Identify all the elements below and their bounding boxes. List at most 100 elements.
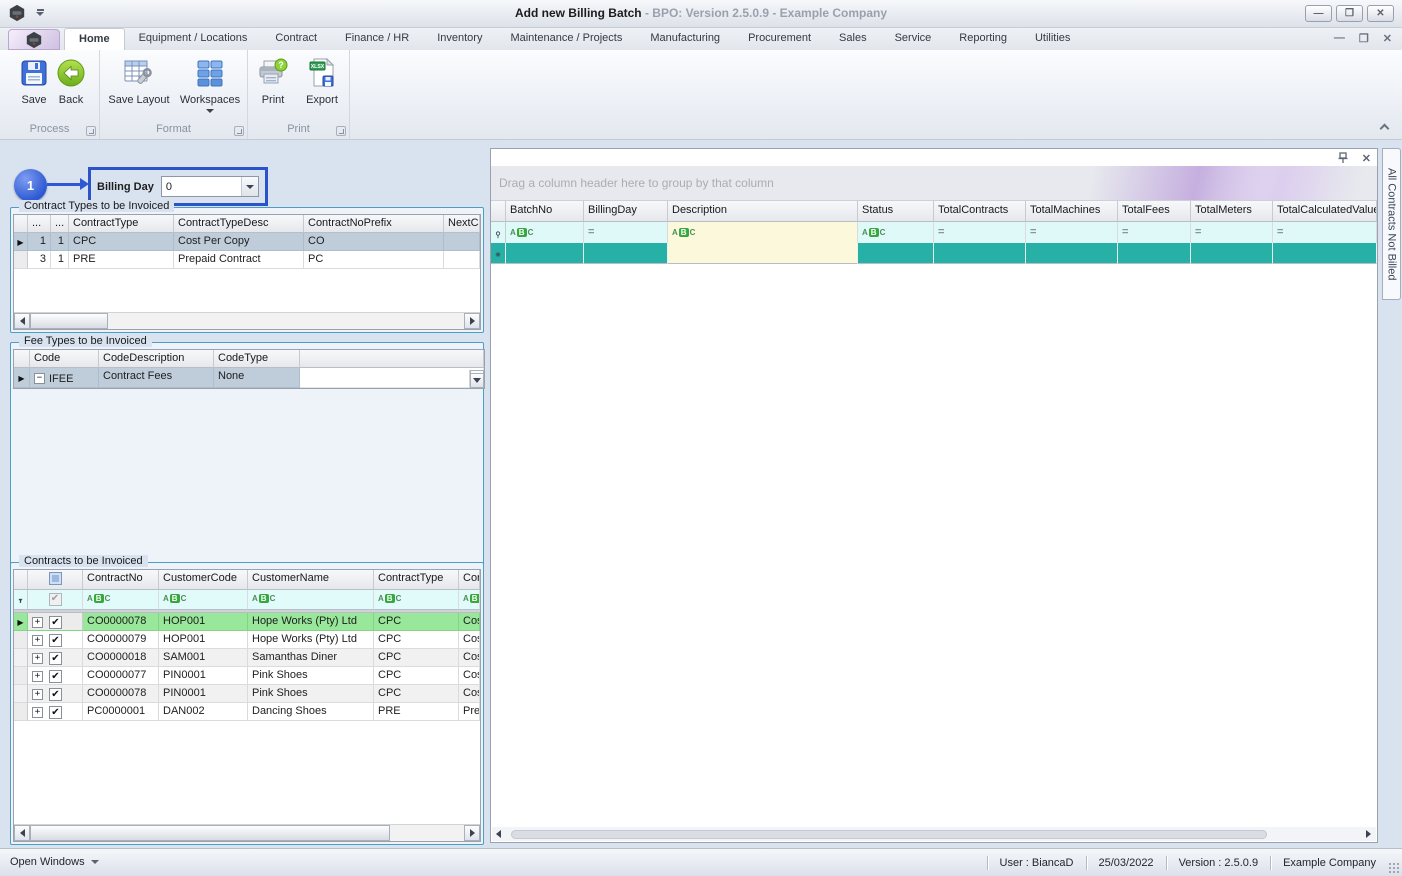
col-totalmachines[interactable]: TotalMachines bbox=[1026, 201, 1118, 222]
minimize-button[interactable]: — bbox=[1305, 5, 1332, 22]
row-checkbox[interactable]: ✔ bbox=[49, 706, 62, 719]
col-totalcalculatedvalue[interactable]: TotalCalculatedValue bbox=[1273, 201, 1377, 222]
expand-row-button[interactable]: + bbox=[32, 707, 43, 718]
col-contracttypedesc[interactable]: ContractTypeDesc bbox=[174, 215, 304, 233]
col-customercode[interactable]: CustomerCode bbox=[159, 570, 248, 590]
fee-master-row[interactable]: ▶ −IFEE Contract Fees None bbox=[14, 368, 484, 388]
scroll-right-arrow[interactable] bbox=[1366, 830, 1371, 838]
tab-sales[interactable]: Sales bbox=[825, 28, 881, 50]
tab-manufacturing[interactable]: Manufacturing bbox=[636, 28, 734, 50]
col-nextcontra[interactable]: NextContra bbox=[444, 215, 480, 233]
scroll-left-arrow[interactable] bbox=[14, 825, 30, 841]
tab-equipment-locations[interactable]: Equipment / Locations bbox=[125, 28, 262, 50]
row-checkbox[interactable]: ✔ bbox=[49, 670, 62, 683]
col-codetype[interactable]: CodeType bbox=[214, 350, 300, 368]
col-billingday[interactable]: BillingDay bbox=[584, 201, 668, 222]
format-dialog-launcher[interactable] bbox=[234, 126, 244, 136]
print-dialog-launcher[interactable] bbox=[336, 126, 346, 136]
open-windows-button[interactable]: Open Windows bbox=[10, 856, 99, 868]
tab-utilities[interactable]: Utilities bbox=[1021, 28, 1084, 50]
mdi-close-button[interactable]: ✕ bbox=[1383, 32, 1392, 45]
col-contractno[interactable]: ContractNo bbox=[83, 570, 159, 590]
fee-grid-vscrollbar[interactable] bbox=[469, 370, 484, 388]
scroll-left-arrow[interactable] bbox=[14, 313, 30, 329]
pin-icon[interactable] bbox=[1338, 152, 1348, 167]
collapse-row-button[interactable]: − bbox=[34, 373, 45, 384]
contract-row[interactable]: +✔ CO0000077 PIN0001 Pink Shoes CPC Cost bbox=[14, 667, 480, 685]
tab-reporting[interactable]: Reporting bbox=[945, 28, 1021, 50]
batches-filter-row[interactable]: ABC = ABC ABC = = = = = bbox=[491, 222, 1377, 243]
row-checkbox[interactable]: ✔ bbox=[49, 688, 62, 701]
tab-service[interactable]: Service bbox=[881, 28, 946, 50]
scroll-thumb[interactable] bbox=[511, 830, 1267, 839]
mdi-restore-button[interactable]: ❐ bbox=[1359, 32, 1369, 45]
close-panel-icon[interactable]: ✕ bbox=[1362, 152, 1371, 167]
tab-maintenance-projects[interactable]: Maintenance / Projects bbox=[496, 28, 636, 50]
billing-day-combobox[interactable]: 0 bbox=[161, 176, 259, 197]
application-button[interactable] bbox=[8, 29, 60, 50]
col-ellipsis-1[interactable]: ... bbox=[28, 215, 51, 233]
tab-contract[interactable]: Contract bbox=[261, 28, 331, 50]
col-batchno[interactable]: BatchNo bbox=[506, 201, 584, 222]
ribbon-collapse-button[interactable] bbox=[1378, 123, 1390, 133]
close-button[interactable]: ✕ bbox=[1367, 5, 1394, 22]
contract-type-row[interactable]: 3 1 PRE Prepaid Contract PC bbox=[14, 251, 480, 269]
side-tab-all-contracts-not-billed[interactable]: All Contracts Not Billed bbox=[1382, 148, 1401, 300]
select-all-checkbox[interactable] bbox=[49, 572, 62, 585]
tab-finance-hr[interactable]: Finance / HR bbox=[331, 28, 423, 50]
col-codedescription[interactable]: CodeDescription bbox=[99, 350, 214, 368]
contracts-hscrollbar[interactable] bbox=[14, 824, 480, 841]
workspaces-button[interactable]: Workspaces bbox=[176, 56, 244, 113]
resize-grip[interactable] bbox=[1388, 862, 1400, 874]
row-checkbox[interactable]: ✔ bbox=[49, 652, 62, 665]
save-layout-button[interactable]: Save Layout bbox=[104, 56, 174, 106]
contracts-filter-row[interactable]: ✔ ABC ABC ABC ABC ABC bbox=[14, 590, 480, 610]
billing-day-dropdown-button[interactable] bbox=[241, 177, 258, 196]
col-description[interactable]: Description bbox=[668, 201, 858, 222]
scroll-right-arrow[interactable] bbox=[464, 825, 480, 841]
group-by-bar[interactable]: Drag a column header here to group by th… bbox=[491, 166, 1377, 201]
filter-checkbox[interactable]: ✔ bbox=[49, 593, 62, 606]
row-checkbox[interactable]: ✔ bbox=[49, 634, 62, 647]
export-button[interactable]: XLSX Export bbox=[296, 56, 348, 106]
scroll-right-arrow[interactable] bbox=[464, 313, 480, 329]
expand-row-button[interactable]: + bbox=[32, 635, 43, 646]
contract-row[interactable]: +✔ PC0000001 DAN002 Dancing Shoes PRE Pr… bbox=[14, 703, 480, 721]
col-contractnoprefix[interactable]: ContractNoPrefix bbox=[304, 215, 444, 233]
back-button[interactable]: Back bbox=[46, 56, 96, 106]
col-contracttype[interactable]: ContractType bbox=[374, 570, 459, 590]
process-dialog-launcher[interactable] bbox=[86, 126, 96, 136]
col-totalcontracts[interactable]: TotalContracts bbox=[934, 201, 1026, 222]
expand-row-button[interactable]: + bbox=[32, 617, 43, 628]
scroll-thumb[interactable] bbox=[30, 313, 108, 329]
tab-home[interactable]: Home bbox=[64, 28, 125, 50]
row-checkbox[interactable]: ✔ bbox=[49, 616, 62, 629]
expand-row-button[interactable]: + bbox=[32, 689, 43, 700]
contract-row[interactable]: ▶ +✔ CO0000078 HOP001 Hope Works (Pty) L… bbox=[14, 613, 480, 631]
col-totalfees[interactable]: TotalFees bbox=[1118, 201, 1191, 222]
contract-types-hscrollbar[interactable] bbox=[14, 312, 480, 329]
col-ellipsis-2[interactable]: ... bbox=[51, 215, 69, 233]
expand-row-button[interactable]: + bbox=[32, 671, 43, 682]
scroll-left-arrow[interactable] bbox=[496, 830, 501, 838]
contract-type-row[interactable]: ▶ 1 1 CPC Cost Per Copy CO bbox=[14, 233, 480, 251]
maximize-button[interactable]: ❐ bbox=[1336, 5, 1363, 22]
tab-procurement[interactable]: Procurement bbox=[734, 28, 825, 50]
print-button[interactable]: ? Print bbox=[248, 56, 298, 106]
batches-hscrollbar[interactable] bbox=[492, 827, 1376, 841]
contract-row[interactable]: +✔ CO0000018 SAM001 Samanthas Diner CPC … bbox=[14, 649, 480, 667]
col-contracttypedesc[interactable]: Con bbox=[459, 570, 480, 590]
contract-row[interactable]: +✔ CO0000079 HOP001 Hope Works (Pty) Ltd… bbox=[14, 631, 480, 649]
batches-new-row[interactable] bbox=[491, 243, 1377, 264]
scroll-thumb[interactable] bbox=[30, 825, 390, 841]
col-totalmeters[interactable]: TotalMeters bbox=[1191, 201, 1273, 222]
contract-row[interactable]: +✔ CO0000078 PIN0001 Pink Shoes CPC Cost bbox=[14, 685, 480, 703]
tab-inventory[interactable]: Inventory bbox=[423, 28, 496, 50]
col-status[interactable]: Status bbox=[858, 201, 934, 222]
expand-row-button[interactable]: + bbox=[32, 653, 43, 664]
col-code[interactable]: Code bbox=[30, 350, 99, 368]
col-contracttype[interactable]: ContractType bbox=[69, 215, 174, 233]
mdi-minimize-button[interactable]: — bbox=[1334, 32, 1345, 45]
col-customername[interactable]: CustomerName bbox=[248, 570, 374, 590]
scroll-down-arrow[interactable] bbox=[470, 373, 484, 388]
